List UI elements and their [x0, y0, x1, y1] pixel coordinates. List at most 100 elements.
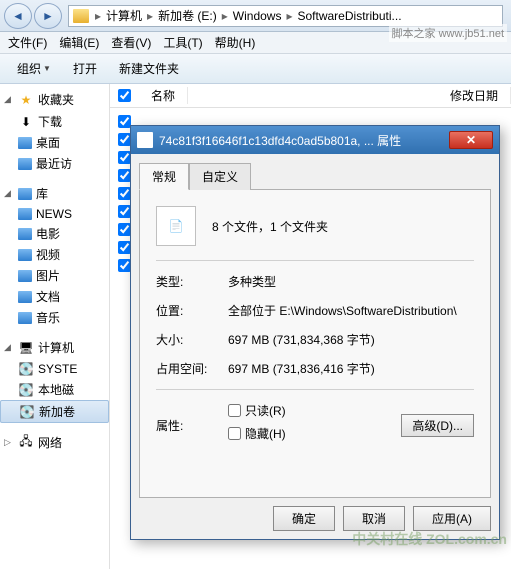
sidebar-libraries[interactable]: ◢库 — [0, 182, 109, 205]
dialog-titlebar[interactable]: 74c81f3f16646f1c13dfd4c0ad5b801a, ... 属性… — [131, 126, 499, 154]
sidebar-item-label: 本地磁 — [38, 381, 74, 398]
menu-help[interactable]: 帮助(H) — [215, 34, 256, 51]
select-all-checkbox[interactable] — [118, 89, 131, 102]
summary-text: 8 个文件，1 个文件夹 — [212, 218, 328, 235]
folder-icon — [18, 249, 32, 261]
column-name[interactable]: 名称 — [139, 87, 188, 104]
expand-icon: ▷ — [4, 437, 14, 448]
cancel-button[interactable]: 取消 — [343, 506, 405, 531]
hidden-label: 隐藏(H) — [245, 425, 286, 442]
sidebar-label: 收藏夹 — [38, 91, 74, 108]
type-value: 多种类型 — [228, 273, 474, 290]
type-label: 类型: — [156, 273, 228, 290]
sidebar-item-label: 音乐 — [36, 309, 60, 326]
back-button[interactable]: ◄ — [4, 3, 32, 29]
breadcrumb-item[interactable]: 计算机 — [103, 7, 145, 24]
dialog-body: 常规 自定义 📄 8 个文件，1 个文件夹 类型:多种类型 位置:全部位于 E:… — [131, 154, 499, 539]
column-modified[interactable]: 修改日期 — [438, 87, 511, 104]
chevron-down-icon: ▼ — [43, 64, 51, 73]
breadcrumb-item[interactable]: Windows — [230, 9, 285, 23]
chevron-right-icon: ▸ — [284, 9, 294, 23]
ok-button[interactable]: 确定 — [273, 506, 335, 531]
attributes-label: 属性: — [156, 417, 228, 434]
sidebar-item-desktop[interactable]: 桌面 — [0, 132, 109, 153]
sidebar-item-drive-selected[interactable]: 💽新加卷 — [0, 400, 109, 423]
sidebar-item-movies[interactable]: 电影 — [0, 223, 109, 244]
hidden-checkbox[interactable]: 隐藏(H) — [228, 425, 401, 442]
sidebar-label: 库 — [36, 185, 48, 202]
chevron-right-icon: ▸ — [145, 9, 155, 23]
sidebar-item-label: NEWS — [36, 207, 72, 221]
sidebar-label: 网络 — [38, 434, 62, 451]
breadcrumb-item[interactable]: SoftwareDistributi... — [295, 9, 405, 23]
folder-icon — [18, 312, 32, 324]
sidebar-item-label: 视频 — [36, 246, 60, 263]
apply-button[interactable]: 应用(A) — [413, 506, 491, 531]
collapse-icon: ◢ — [4, 342, 14, 353]
sidebar-item-music[interactable]: 音乐 — [0, 307, 109, 328]
size-value: 697 MB (731,834,368 字节) — [228, 331, 474, 348]
folder-icon — [18, 270, 32, 282]
toolbar: 组织▼ 打开 新建文件夹 — [0, 54, 511, 84]
chevron-right-icon: ▸ — [220, 9, 230, 23]
sidebar-item-label: 图片 — [36, 267, 60, 284]
sidebar-network[interactable]: ▷ 🖧网络 — [0, 431, 109, 454]
watermark: 脚本之家 www.jb51.net — [389, 24, 507, 42]
advanced-button[interactable]: 高级(D)... — [401, 414, 474, 437]
star-icon: ★ — [18, 92, 34, 108]
column-headers: 名称 修改日期 — [110, 84, 511, 108]
properties-dialog: 74c81f3f16646f1c13dfd4c0ad5b801a, ... 属性… — [130, 125, 500, 540]
sidebar-item-label: 文档 — [36, 288, 60, 305]
dialog-buttons: 确定 取消 应用(A) — [139, 498, 491, 531]
menu-edit[interactable]: 编辑(E) — [59, 34, 99, 51]
collapse-icon: ◢ — [4, 188, 14, 199]
menu-tools[interactable]: 工具(T) — [163, 34, 202, 51]
sidebar-item-recent[interactable]: 最近访 — [0, 153, 109, 174]
sidebar-item-news[interactable]: NEWS — [0, 205, 109, 223]
folder-icon — [73, 9, 89, 23]
size-label: 大小: — [156, 331, 228, 348]
sidebar-item-downloads[interactable]: ⬇下载 — [0, 111, 109, 132]
location-label: 位置: — [156, 302, 228, 319]
readonly-checkbox[interactable]: 只读(R) — [228, 402, 401, 419]
sidebar-item-label: 新加卷 — [39, 403, 75, 420]
network-icon: 🖧 — [18, 435, 34, 451]
folder-icon — [18, 208, 32, 220]
sidebar-item-label: 最近访 — [36, 155, 72, 172]
library-icon — [18, 188, 32, 200]
forward-button[interactable]: ► — [34, 3, 62, 29]
divider — [156, 260, 474, 261]
tab-general[interactable]: 常规 — [139, 163, 189, 190]
sidebar-item-label: 桌面 — [36, 134, 60, 151]
sidebar-item-drive[interactable]: 💽SYSTE — [0, 359, 109, 379]
sidebar-favorites[interactable]: ◢★收藏夹 — [0, 88, 109, 111]
document-icon — [137, 132, 153, 148]
dialog-tabs: 常规 自定义 — [139, 162, 491, 190]
menu-file[interactable]: 文件(F) — [8, 34, 47, 51]
readonly-label: 只读(R) — [245, 402, 286, 419]
menu-view[interactable]: 查看(V) — [111, 34, 151, 51]
folder-icon — [18, 291, 32, 303]
new-folder-button[interactable]: 新建文件夹 — [110, 56, 188, 81]
recent-icon — [18, 158, 32, 170]
sidebar-computer[interactable]: ◢🖥计算机 — [0, 336, 109, 359]
sidebar-item-videos[interactable]: 视频 — [0, 244, 109, 265]
sidebar-item-pictures[interactable]: 图片 — [0, 265, 109, 286]
sidebar-item-label: 电影 — [36, 225, 60, 242]
tab-custom[interactable]: 自定义 — [189, 163, 251, 190]
drive-icon: 💽 — [18, 382, 34, 398]
watermark: 中关村在线 ZOL.com.cn — [352, 529, 507, 549]
breadcrumb-item[interactable]: 新加卷 (E:) — [155, 7, 220, 24]
sidebar-item-label: 下载 — [38, 113, 62, 130]
computer-icon: 🖥 — [18, 340, 34, 356]
sidebar-item-documents[interactable]: 文档 — [0, 286, 109, 307]
download-icon: ⬇ — [18, 114, 34, 130]
drive-icon: 💽 — [19, 404, 35, 420]
sidebar-item-drive[interactable]: 💽本地磁 — [0, 379, 109, 400]
open-button[interactable]: 打开 — [64, 56, 106, 81]
size-on-disk-value: 697 MB (731,836,416 字节) — [228, 360, 474, 377]
dialog-title: 74c81f3f16646f1c13dfd4c0ad5b801a, ... 属性 — [159, 132, 449, 149]
chevron-right-icon: ▸ — [93, 9, 103, 23]
organize-button[interactable]: 组织▼ — [8, 56, 60, 81]
close-button[interactable]: ✕ — [449, 131, 493, 149]
